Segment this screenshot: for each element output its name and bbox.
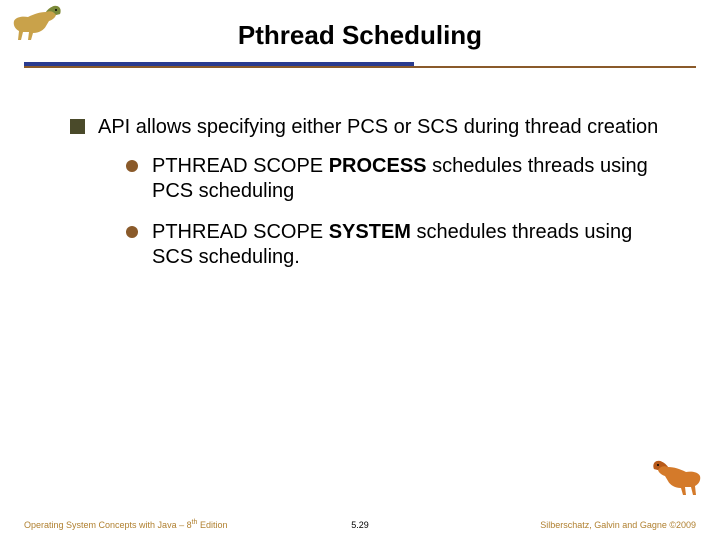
slide-header: Pthread Scheduling	[0, 0, 720, 70]
bullet-main-text: API allows specifying either PCS or SCS …	[98, 116, 658, 138]
sub-bullet-prefix: PTHREAD SCOPE	[152, 221, 329, 243]
footer-copyright: Silberschatz, Galvin and Gagne ©2009	[540, 520, 696, 530]
slide-title: Pthread Scheduling	[0, 0, 720, 51]
sub-bullet-prefix: PTHREAD SCOPE	[152, 155, 329, 177]
bullet-main: API allows specifying either PCS or SCS …	[70, 115, 660, 270]
footer-left: Operating System Concepts with Java – 8t…	[24, 519, 227, 530]
slide-body: API allows specifying either PCS or SCS …	[70, 115, 660, 286]
footer-book-prefix: Operating System Concepts with Java – 8	[24, 520, 192, 530]
sub-bullet-list: PTHREAD SCOPE PROCESS schedules threads …	[126, 154, 660, 270]
footer-book-suffix: Edition	[197, 520, 227, 530]
slide-footer: Operating System Concepts with Java – 8t…	[24, 514, 696, 530]
dinosaur-icon	[648, 455, 708, 510]
slide: Pthread Scheduling API allows specifying…	[0, 0, 720, 540]
footer-page-number: 5.29	[351, 520, 369, 530]
sub-bullet: PTHREAD SCOPE PROCESS schedules threads …	[126, 154, 660, 204]
sub-bullet-bold: PROCESS	[329, 155, 427, 177]
title-underline	[24, 62, 696, 68]
sub-bullet: PTHREAD SCOPE SYSTEM schedules threads u…	[126, 220, 660, 270]
sub-bullet-bold: SYSTEM	[329, 221, 411, 243]
dinosaur-icon	[6, 0, 66, 55]
